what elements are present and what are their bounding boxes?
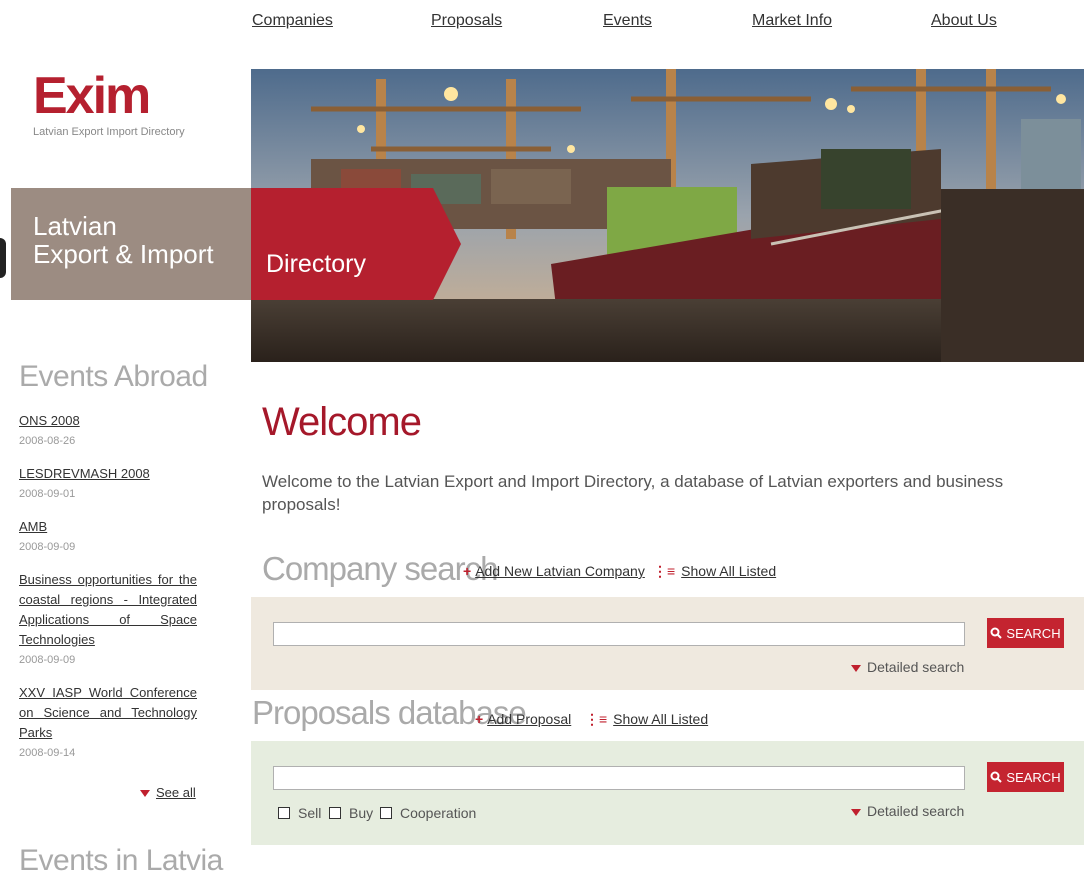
event-date: 2008-08-26: [19, 435, 76, 447]
checkbox-box[interactable]: [380, 807, 392, 819]
company-search-button[interactable]: SEARCH: [987, 618, 1064, 648]
list-icon: ⋮≡: [653, 563, 676, 579]
event-link[interactable]: XXV IASP World Conference on Science and…: [19, 683, 197, 743]
proposal-search-input[interactable]: [273, 766, 965, 790]
welcome-heading: Welcome: [262, 400, 422, 444]
checkbox-buy[interactable]: Buy: [329, 805, 373, 821]
event-item: LESDREVMASH 2008 2008-09-01: [19, 464, 197, 500]
company-search-panel: SEARCH Detailed search: [251, 597, 1084, 690]
detailed-search-label: Detailed search: [867, 803, 965, 819]
edge-artifact: [0, 238, 6, 278]
event-item: Business opportunities for the coastal r…: [19, 570, 197, 666]
exim-logo[interactable]: Exim Latvian Export Import Directory: [33, 70, 185, 138]
events-abroad-heading: Events Abroad: [19, 360, 208, 393]
logo-mark: Exim: [33, 67, 151, 125]
event-link[interactable]: Business opportunities for the coastal r…: [19, 570, 197, 650]
nav-events[interactable]: Events: [603, 12, 652, 30]
nav-about-us[interactable]: About Us: [931, 12, 997, 30]
show-all-companies-link[interactable]: Show All Listed: [681, 563, 776, 579]
nav-proposals[interactable]: Proposals: [431, 12, 502, 30]
logo-subtitle: Latvian Export Import Directory: [33, 126, 185, 138]
event-link[interactable]: ONS 2008: [19, 411, 197, 431]
add-proposal-link[interactable]: Add Proposal: [487, 711, 571, 727]
show-all-proposals-link[interactable]: Show All Listed: [613, 711, 708, 727]
nav-companies[interactable]: Companies: [252, 12, 333, 30]
checkbox-cooperation[interactable]: Cooperation: [380, 805, 476, 821]
add-company-link[interactable]: Add New Latvian Company: [475, 563, 645, 579]
proposal-search-button[interactable]: SEARCH: [987, 762, 1064, 792]
welcome-text: Welcome to the Latvian Export and Import…: [262, 472, 1004, 514]
hero-illustration: [251, 69, 1084, 362]
event-item: ONS 2008 2008-08-26: [19, 411, 197, 447]
event-item: XXV IASP World Conference on Science and…: [19, 683, 197, 759]
search-icon: [990, 627, 1003, 639]
checkbox-label: Sell: [298, 805, 322, 821]
checkbox-box[interactable]: [278, 807, 290, 819]
add-proposal-link-wrap: + Add Proposal: [475, 711, 571, 727]
event-date: 2008-09-09: [19, 541, 76, 553]
checkbox-label: Cooperation: [400, 805, 477, 821]
triangle-down-icon: [851, 808, 861, 816]
show-proposals-link-wrap: ⋮≡ Show All Listed: [585, 711, 708, 728]
checkbox-label: Buy: [349, 805, 374, 821]
detailed-search-label: Detailed search: [867, 659, 965, 675]
proposal-detailed-search[interactable]: Detailed search: [851, 803, 964, 819]
events-latvia-heading: Events in Latvia: [19, 844, 223, 877]
checkbox-box[interactable]: [329, 807, 341, 819]
event-date: 2008-09-14: [19, 747, 76, 759]
hero-port-image: Directory: [251, 69, 1084, 362]
see-all-events: See all: [140, 785, 196, 800]
nav-market-info[interactable]: Market Info: [752, 12, 832, 30]
banner-line-1: Latvian: [33, 211, 117, 241]
banner-title-block: Latvian Export & Import: [11, 188, 251, 300]
banner-line-2: Export & Import: [33, 239, 214, 269]
search-icon: [990, 771, 1003, 783]
event-date: 2008-09-09: [19, 654, 76, 666]
show-companies-link-wrap: ⋮≡ Show All Listed: [653, 563, 776, 580]
company-search-input[interactable]: [273, 622, 965, 646]
triangle-down-icon: [140, 790, 150, 798]
see-all-link[interactable]: See all: [156, 785, 196, 800]
event-link[interactable]: LESDREVMASH 2008: [19, 464, 197, 484]
add-company-link-wrap: + Add New Latvian Company: [463, 563, 645, 579]
hero-directory-label: Directory: [266, 250, 367, 278]
event-item: AMB 2008-09-09: [19, 517, 197, 553]
event-link[interactable]: AMB: [19, 517, 197, 537]
plus-icon: +: [463, 563, 472, 579]
list-icon: ⋮≡: [585, 711, 608, 727]
proposals-search-panel: SEARCH Sell Buy Cooperation Detailed sea…: [251, 741, 1084, 845]
search-button-label: SEARCH: [1006, 769, 1061, 785]
triangle-down-icon: [851, 664, 861, 672]
checkbox-sell[interactable]: Sell: [278, 805, 321, 821]
event-date: 2008-09-01: [19, 488, 76, 500]
plus-icon: +: [475, 711, 484, 727]
search-button-label: SEARCH: [1006, 625, 1061, 641]
company-detailed-search[interactable]: Detailed search: [851, 659, 964, 675]
